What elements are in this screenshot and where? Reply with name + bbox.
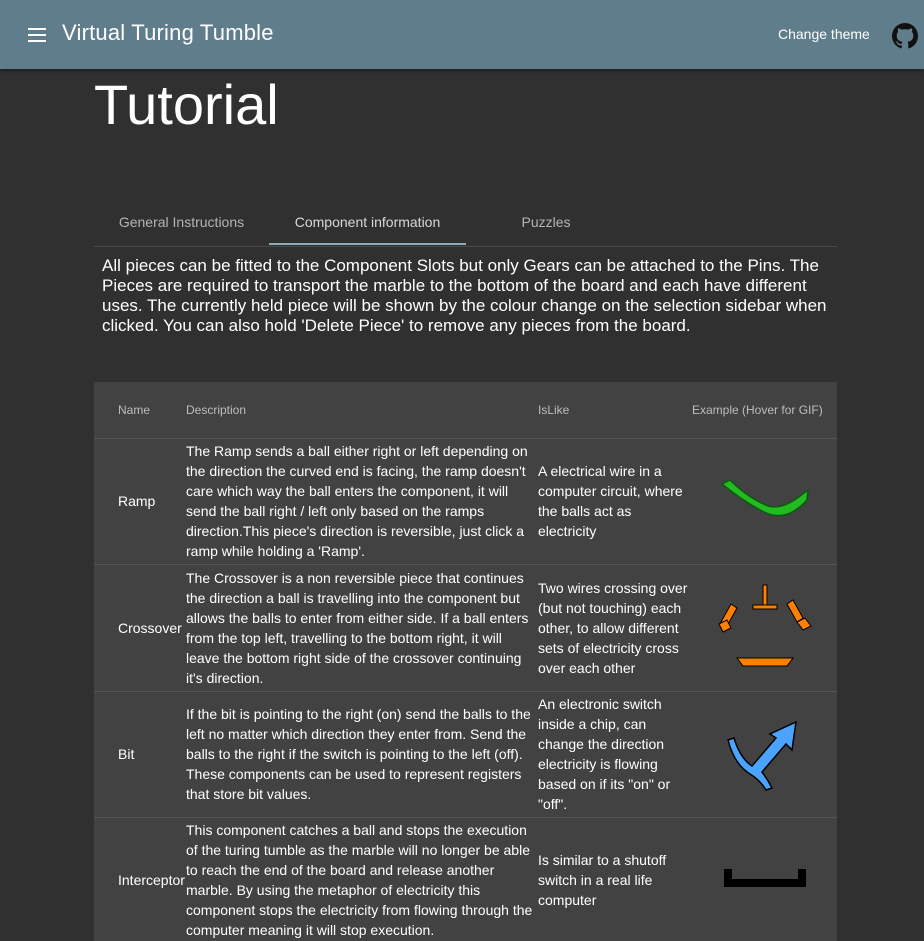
intro-paragraph: All pieces can be fitted to the Componen…	[102, 256, 827, 335]
active-tab-indicator	[269, 243, 466, 245]
row-example[interactable]	[692, 817, 837, 941]
change-theme-button[interactable]: Change theme	[772, 24, 876, 44]
row-name: Bit	[94, 691, 186, 818]
row-name: Ramp	[94, 438, 186, 565]
row-description: The Crossover is a non reversible piece …	[186, 564, 538, 692]
table-header-row: Name Description IsLike Example (Hover f…	[94, 382, 837, 439]
table-row: Interceptor This component catches a bal…	[94, 817, 837, 941]
components-table: Name Description IsLike Example (Hover f…	[94, 382, 837, 941]
row-name: Interceptor	[94, 817, 186, 941]
row-description: The Ramp sends a ball either right or le…	[186, 438, 538, 565]
bit-icon[interactable]	[720, 714, 810, 794]
row-islike: Is similar to a shutoff switch in a real…	[538, 817, 692, 941]
ramp-icon[interactable]	[720, 476, 810, 526]
header-example: Example (Hover for GIF)	[692, 382, 837, 439]
tab-puzzles[interactable]: Puzzles	[466, 198, 626, 246]
table-row: Bit If the bit is pointing to the right …	[94, 691, 837, 818]
row-islike: An electronic switch inside a chip, can …	[538, 691, 692, 818]
row-example[interactable]	[692, 438, 837, 565]
row-example[interactable]	[692, 564, 837, 692]
page-title: Tutorial	[94, 73, 279, 136]
row-name: Crossover	[94, 564, 186, 692]
app-title: Virtual Turing Tumble	[62, 20, 274, 45]
row-islike: Two wires crossing over (but not touchin…	[538, 564, 692, 692]
table-row: Ramp The Ramp sends a ball either right …	[94, 438, 837, 565]
header-islike: IsLike	[538, 382, 692, 439]
crossover-icon[interactable]	[715, 582, 815, 674]
tab-bar: General Instructions Component informati…	[94, 198, 837, 247]
app-bar: Virtual Turing Tumble Change theme	[0, 0, 924, 69]
header-description: Description	[186, 382, 538, 439]
row-description: If the bit is pointing to the right (on)…	[186, 691, 538, 818]
github-icon[interactable]	[892, 23, 918, 49]
header-name: Name	[94, 382, 186, 439]
row-islike: A electrical wire in a computer circuit,…	[538, 438, 692, 565]
tab-general-instructions[interactable]: General Instructions	[94, 198, 269, 246]
tab-component-information[interactable]: Component information	[269, 198, 466, 246]
menu-icon[interactable]	[22, 22, 52, 48]
table-row: Crossover The Crossover is a non reversi…	[94, 564, 837, 692]
interceptor-icon[interactable]	[720, 865, 810, 895]
row-example[interactable]	[692, 691, 837, 818]
row-description: This component catches a ball and stops …	[186, 817, 538, 941]
